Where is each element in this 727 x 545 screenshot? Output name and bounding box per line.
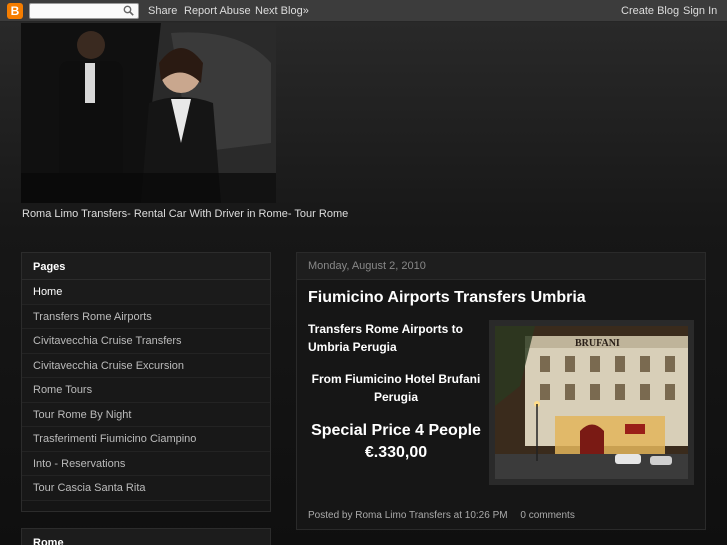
post-line-transfers: Transfers Rome Airports to Umbria Perugi… <box>308 322 463 354</box>
page-link-transfers-rome-airports[interactable]: Transfers Rome Airports <box>22 304 270 329</box>
page-link-into-reservations[interactable]: Into - Reservations <box>22 451 270 476</box>
page-link-tour-rome-by-night[interactable]: Tour Rome By Night <box>22 402 270 427</box>
blog-description: Roma Limo Transfers- Rental Car With Dri… <box>22 208 349 220</box>
hotel-brufani-photo[interactable]: BRUFANI <box>489 320 694 485</box>
page-link-civitavecchia-cruise-transfers[interactable]: Civitavecchia Cruise Transfers <box>22 329 270 354</box>
post-author-link[interactable]: Roma Limo Transfers <box>355 510 451 521</box>
search-input[interactable] <box>29 3 139 19</box>
post-body-text: Transfers Rome Airports to Umbria Perugi… <box>308 320 484 464</box>
page-link-trasferimenti-fiumicino-ciampino[interactable]: Trasferimenti Fiumicino Ciampino <box>22 427 270 452</box>
post-at-label: at <box>453 510 462 521</box>
page-link-civitavecchia-cruise-excursion[interactable]: Civitavecchia Cruise Excursion <box>22 353 270 378</box>
report-abuse-link[interactable]: Report Abuse <box>184 5 251 17</box>
sign-in-link[interactable]: Sign In <box>683 5 717 17</box>
next-blog-link[interactable]: Next Blog» <box>255 5 309 17</box>
post-date-header: Monday, August 2, 2010 <box>297 253 705 280</box>
page-link-home[interactable]: Home <box>22 280 270 305</box>
page-link-rome-tours[interactable]: Rome Tours <box>22 378 270 403</box>
posted-by-label: Posted by <box>308 510 353 521</box>
post-title[interactable]: Fiumicino Airports Transfers Umbria <box>308 289 586 307</box>
post-comments-link[interactable]: 0 comments <box>520 510 574 521</box>
blogger-logo-icon[interactable]: B <box>7 3 23 19</box>
rome-widget: Rome <box>21 528 271 545</box>
post-line-price: Special Price 4 People €.330,00 <box>311 422 481 461</box>
pages-widget-title: Pages <box>22 253 270 280</box>
search-icon[interactable] <box>123 5 134 16</box>
rome-widget-title: Rome <box>22 529 270 545</box>
post-footer: Posted by Roma Limo Transfers at 10:26 P… <box>308 510 575 521</box>
post-time-link[interactable]: 10:26 PM <box>465 510 508 521</box>
create-blog-link[interactable]: Create Blog <box>621 5 679 17</box>
hotel-photo-illustration: BRUFANI <box>495 326 688 479</box>
blog-post: Monday, August 2, 2010 Fiumicino Airport… <box>296 252 706 530</box>
pages-widget: Pages Home Transfers Rome Airports Civit… <box>21 252 271 512</box>
post-line-hotel: From Fiumicino Hotel Brufani Perugia <box>311 372 481 404</box>
chauffeur-photo-illustration <box>21 23 276 203</box>
svg-text:BRUFANI: BRUFANI <box>575 338 620 349</box>
blogger-navbar: B Share Report Abuse Next Blog» Create B… <box>0 0 727 22</box>
header-image[interactable] <box>21 23 276 203</box>
share-link[interactable]: Share <box>148 5 177 17</box>
page-link-tour-cascia-santa-rita[interactable]: Tour Cascia Santa Rita <box>22 476 270 501</box>
